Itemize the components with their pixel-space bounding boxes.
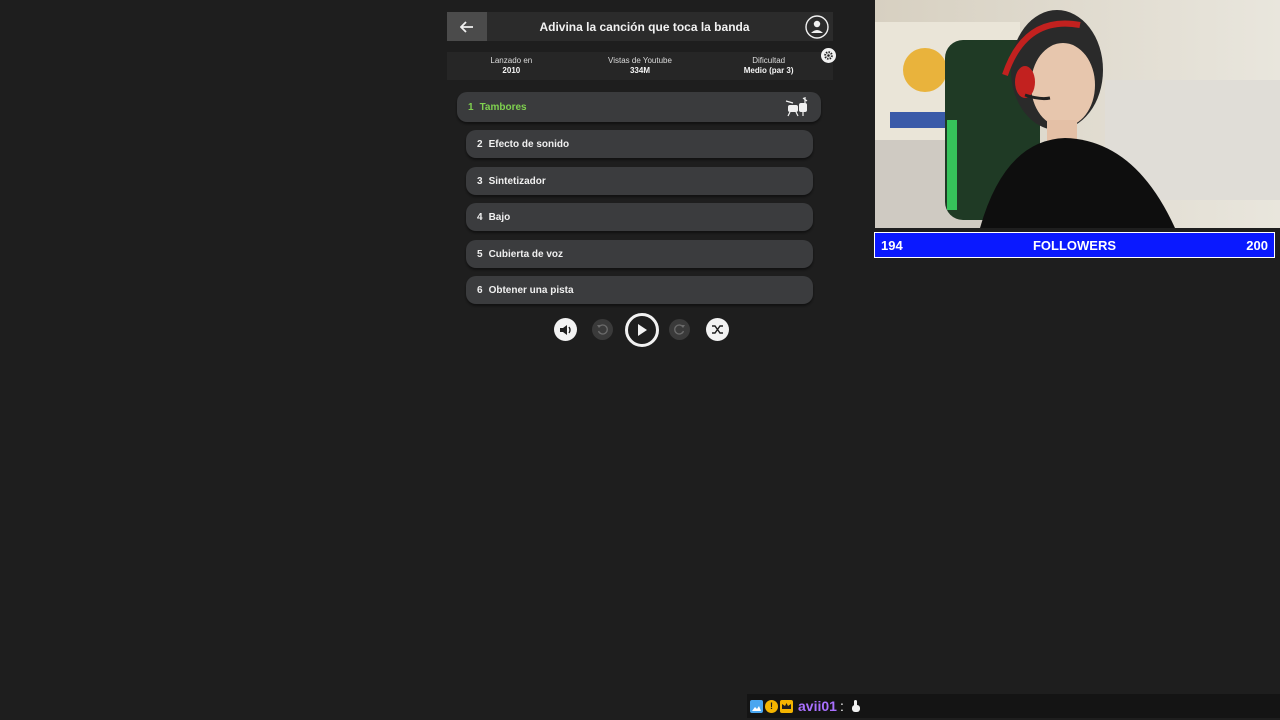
track-number: 2: [477, 138, 483, 150]
user-icon: [804, 14, 829, 39]
picture-icon: [752, 705, 761, 711]
info-value: 334M: [629, 66, 650, 75]
followers-label: FOLLOWERS: [1032, 237, 1117, 253]
webcam-feed: [875, 0, 1280, 228]
followers-goal-count: 200: [1246, 237, 1268, 253]
track-label: Cubierta de voz: [488, 248, 564, 260]
followers-current-count: 194: [881, 237, 903, 253]
track-get-hint[interactable]: 6 Obtener una pista: [466, 276, 813, 304]
info-label: Lanzado en: [490, 56, 533, 65]
drums-icon: [785, 97, 808, 117]
profile-button[interactable]: [802, 12, 831, 41]
number-badge-icon: !: [765, 699, 778, 713]
track-number: 3: [477, 175, 483, 187]
track-label: Bajo: [488, 211, 511, 223]
volume-button[interactable]: [554, 318, 577, 341]
chat-message: ! avii01 :: [747, 694, 1280, 718]
game-header: Adivina la canción que toca la banda: [447, 12, 833, 41]
track-label: Sintetizador: [488, 175, 546, 187]
track-sound-effect[interactable]: 2 Efecto de sonido: [466, 130, 813, 158]
info-value: 2010: [502, 66, 521, 75]
track-label: Efecto de sonido: [488, 138, 570, 150]
crown-icon: [782, 702, 791, 709]
forward-5-icon: [674, 324, 685, 335]
difficulty-info: Dificultad Medio (par 3): [709, 56, 829, 76]
settings-button[interactable]: [821, 48, 836, 63]
chat-separator: :: [839, 698, 844, 714]
followers-goal-bar: 194 FOLLOWERS 200: [874, 232, 1275, 258]
play-icon: [638, 324, 647, 336]
streamer-video: [875, 0, 1280, 228]
shuffle-icon: [712, 325, 723, 334]
release-year-info: Lanzado en 2010: [451, 56, 571, 76]
arrow-left-icon: [460, 20, 473, 33]
page-title: Adivina la canción que toca la banda: [539, 19, 750, 34]
shuffle-button[interactable]: [706, 318, 729, 341]
track-synth[interactable]: 3 Sintetizador: [466, 167, 813, 195]
playback-controls: [553, 313, 733, 347]
info-value: Medio (par 3): [743, 66, 794, 75]
image-badge-icon: [750, 699, 763, 713]
forward-button[interactable]: [669, 319, 690, 340]
track-bass[interactable]: 4 Bajo: [466, 203, 813, 231]
track-label: Tambores: [479, 101, 527, 113]
volume-icon: [559, 324, 571, 335]
info-label: Vistas de Youtube: [608, 56, 672, 65]
track-number: 5: [477, 248, 483, 260]
track-number: 6: [477, 284, 483, 296]
rewind-5-icon: [597, 324, 608, 335]
back-button[interactable]: [447, 12, 487, 41]
track-vocal-cover[interactable]: 5 Cubierta de voz: [466, 240, 813, 268]
youtube-views-info: Vistas de Youtube 334M: [580, 56, 700, 76]
info-label: Dificultad: [752, 56, 786, 65]
chat-username[interactable]: avii01: [798, 698, 837, 714]
track-number: 1: [468, 101, 474, 113]
track-number: 4: [477, 211, 483, 223]
gear-icon: [824, 51, 833, 60]
song-info-bar: Lanzado en 2010 Vistas de Youtube 334M D…: [447, 52, 833, 80]
rewind-button[interactable]: [592, 319, 613, 340]
crown-badge-icon: [780, 699, 793, 713]
hand-pointing-icon: [851, 700, 860, 712]
track-label: Obtener una pista: [488, 284, 574, 296]
track-drums[interactable]: 1 Tambores: [457, 92, 821, 122]
play-button[interactable]: [625, 313, 659, 347]
